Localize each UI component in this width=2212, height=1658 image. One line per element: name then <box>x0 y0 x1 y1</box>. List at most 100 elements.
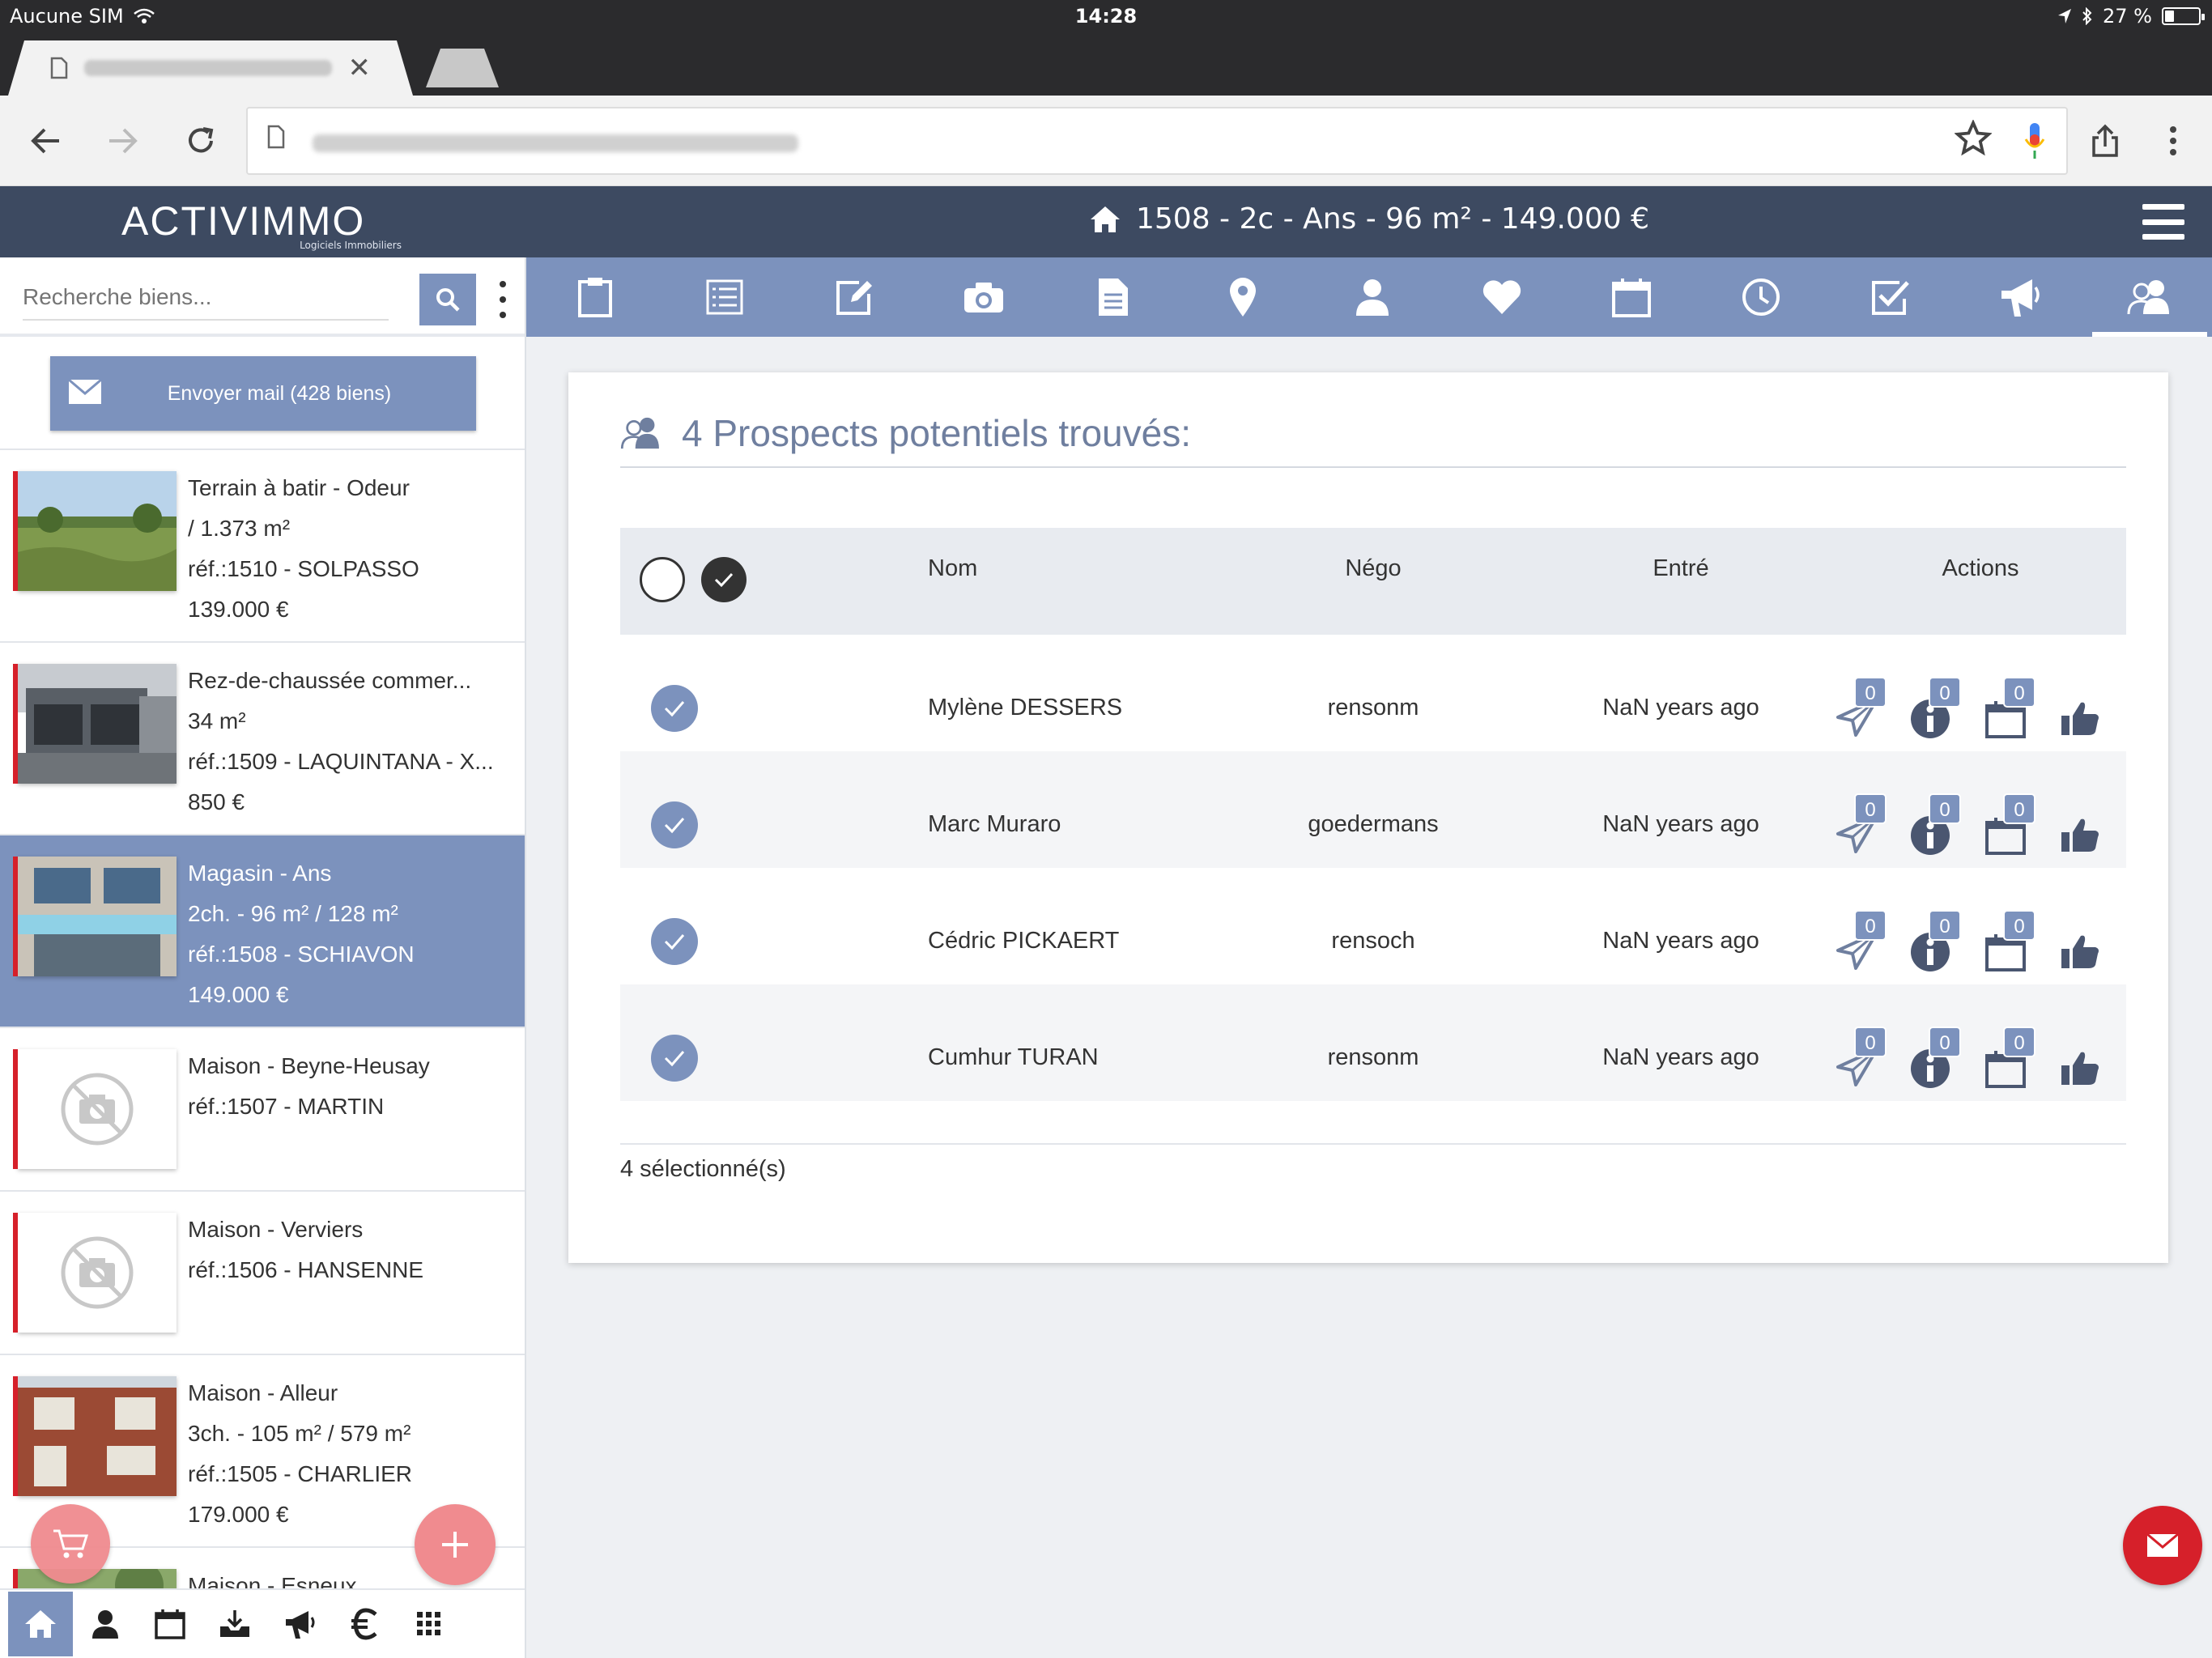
forward-button[interactable] <box>100 118 146 164</box>
check-icon <box>664 1051 685 1067</box>
tab-owner[interactable] <box>1347 272 1397 322</box>
like-action-button[interactable] <box>2058 910 2115 975</box>
browser-menu-button[interactable] <box>2150 118 2196 164</box>
mic-icon[interactable] <box>2023 121 2047 162</box>
search-button[interactable] <box>419 274 476 325</box>
property-item[interactable]: Maison - Verviers réf.:1506 - HANSENNE <box>0 1190 525 1354</box>
calendar-action-button[interactable]: 0 <box>1984 793 2040 858</box>
hamburger-menu-icon[interactable] <box>2142 204 2184 240</box>
column-header-nom[interactable]: Nom <box>928 555 977 582</box>
url-blurred <box>313 134 798 152</box>
tab-calendar[interactable] <box>1606 272 1657 322</box>
column-header-nego[interactable]: Négo <box>1268 555 1478 582</box>
logo[interactable]: ACTIVIMMO Logiciels Immobiliers <box>121 198 408 251</box>
property-line: réf.:1509 - LAQUINTANA - X... <box>188 749 494 774</box>
nav-apps[interactable] <box>397 1592 462 1656</box>
property-summary: 1508 - 2c - Ans - 96 m² - 149.000 € <box>1136 202 1649 236</box>
calendar-action-button[interactable]: 0 <box>1984 1027 2040 1091</box>
tab-marketing[interactable] <box>1995 272 2045 322</box>
send-email-fab[interactable] <box>2123 1506 2202 1585</box>
info-action-button[interactable]: 0 <box>1909 793 1966 858</box>
browser-tab-active[interactable]: ✕ <box>8 40 413 96</box>
sidebar-more-icon[interactable] <box>491 277 515 322</box>
count-badge: 0 <box>2003 1027 2035 1057</box>
logo-tagline: Logiciels Immobiliers <box>300 240 402 251</box>
table-row[interactable]: Mylène DESSERS rensonm NaN years ago 0 0 0 <box>620 635 2126 751</box>
like-action-button[interactable] <box>2058 677 2115 742</box>
tab-edit[interactable] <box>829 272 879 322</box>
cart-button[interactable] <box>31 1504 110 1584</box>
nav-home[interactable] <box>8 1592 73 1656</box>
add-property-button[interactable] <box>415 1504 496 1585</box>
tab-favorites[interactable] <box>1477 272 1527 322</box>
property-item[interactable]: Rez-de-chaussée commer... 34 m² réf.:150… <box>0 641 525 834</box>
nav-finance[interactable] <box>332 1592 397 1656</box>
tab-clipboard[interactable] <box>570 272 620 322</box>
tab-list[interactable] <box>700 272 750 322</box>
send-action-button[interactable]: 0 <box>1835 910 1891 975</box>
calendar-icon <box>155 1609 185 1639</box>
search-input[interactable] <box>23 275 389 321</box>
send-action-button[interactable]: 0 <box>1835 677 1891 742</box>
prospects-card: 4 Prospects potentiels trouvés: Nom Négo… <box>568 372 2168 1263</box>
new-tab-button[interactable] <box>426 49 499 87</box>
star-icon[interactable] <box>1955 120 1992 157</box>
column-header-entre[interactable]: Entré <box>1576 555 1786 582</box>
arrow-left-icon <box>31 128 59 154</box>
calendar-action-button[interactable]: 0 <box>1984 677 2040 742</box>
battery-icon <box>2162 7 2205 25</box>
prospect-negotiator: rensoch <box>1331 928 1415 954</box>
row-select-checkbox[interactable] <box>651 1035 698 1082</box>
row-select-checkbox[interactable] <box>651 801 698 848</box>
address-bar[interactable] <box>246 107 2068 175</box>
list-icon <box>706 279 743 315</box>
user-icon <box>1356 279 1389 316</box>
info-action-button[interactable]: 0 <box>1909 910 1966 975</box>
column-header-actions: Actions <box>1942 555 2019 581</box>
nav-agenda[interactable] <box>138 1592 202 1656</box>
reload-button[interactable] <box>178 118 223 164</box>
tab-prospects[interactable] <box>2092 272 2207 337</box>
like-action-button[interactable] <box>2058 1027 2115 1091</box>
tab-tasks[interactable] <box>1865 272 1916 322</box>
users-icon <box>620 417 659 449</box>
like-action-button[interactable] <box>2058 793 2115 858</box>
house-icon <box>1091 206 1120 232</box>
info-action-button[interactable]: 0 <box>1909 1027 1966 1091</box>
user-icon <box>92 1610 118 1639</box>
info-action-button[interactable]: 0 <box>1909 677 1966 742</box>
nav-marketing[interactable] <box>267 1592 332 1656</box>
tab-history[interactable] <box>1736 272 1786 322</box>
back-button[interactable] <box>23 118 68 164</box>
row-select-checkbox[interactable] <box>651 918 698 965</box>
property-line: Maison - Beyne-Heusay <box>188 1053 430 1078</box>
table-row[interactable]: Cédric PICKAERT rensoch NaN years ago 0 0 0 <box>620 868 2126 984</box>
property-item[interactable]: Maison - Beyne-Heusay réf.:1507 - MARTIN <box>0 1027 525 1190</box>
row-select-checkbox[interactable] <box>651 685 698 732</box>
select-all-button[interactable] <box>701 557 747 602</box>
calendar-action-button[interactable]: 0 <box>1984 910 2040 975</box>
send-action-button[interactable]: 0 <box>1835 1027 1891 1091</box>
tab-photos[interactable] <box>959 272 1009 322</box>
calendar-icon <box>1612 278 1651 317</box>
nav-inbox[interactable] <box>202 1592 267 1656</box>
deselect-all-button[interactable] <box>640 557 685 602</box>
table-row[interactable]: Marc Muraro goedermans NaN years ago 0 0 0 <box>620 751 2126 868</box>
status-bar: Aucune SIM 14:28 27 % <box>0 0 2212 32</box>
property-item[interactable]: Terrain à batir - Odeur / 1.373 m² réf.:… <box>0 449 525 641</box>
row-actions: 0 0 0 <box>1835 677 2110 742</box>
prospect-name: Cédric PICKAERT <box>928 928 1120 954</box>
search-icon <box>436 288 460 312</box>
property-line: / 1.373 m² <box>188 516 291 541</box>
tab-documents[interactable] <box>1088 272 1138 322</box>
nav-contacts[interactable] <box>73 1592 138 1656</box>
share-button[interactable] <box>2082 118 2128 164</box>
table-row[interactable]: Cumhur TURAN rensonm NaN years ago 0 0 0 <box>620 984 2126 1101</box>
send-mail-button[interactable]: Envoyer mail (428 biens) <box>50 356 476 431</box>
property-item-selected[interactable]: Magasin - Ans 2ch. - 96 m² / 128 m² réf.… <box>0 834 525 1027</box>
close-icon[interactable]: ✕ <box>348 52 372 84</box>
search-row <box>0 257 525 337</box>
send-action-button[interactable]: 0 <box>1835 793 1891 858</box>
tab-location[interactable] <box>1218 272 1268 322</box>
reload-icon <box>189 127 214 153</box>
